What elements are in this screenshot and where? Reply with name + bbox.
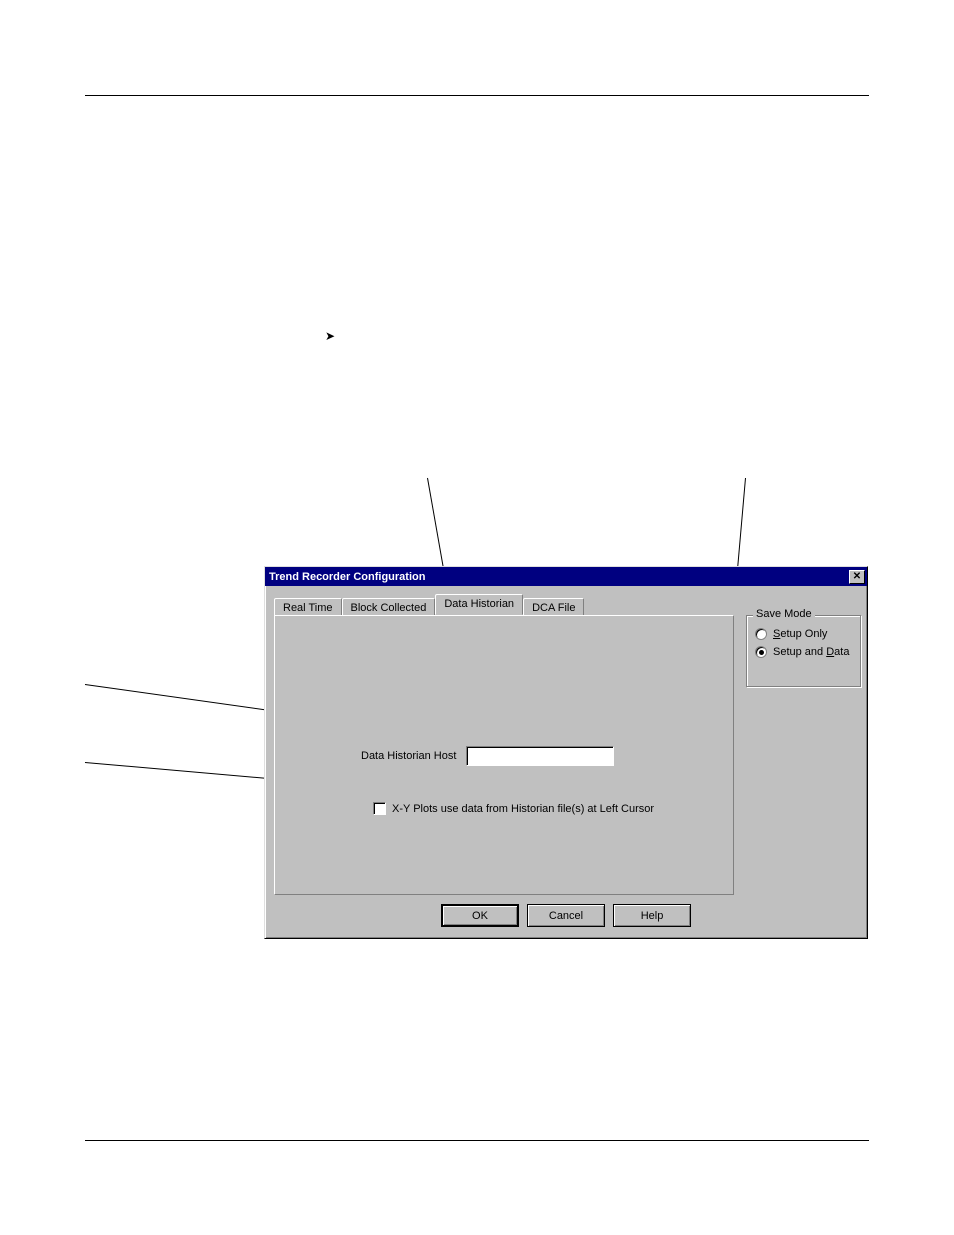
tab-data-historian[interactable]: Data Historian xyxy=(435,594,523,615)
dialog-title: Trend Recorder Configuration xyxy=(269,571,425,583)
xy-plots-checkbox[interactable] xyxy=(373,802,386,815)
data-historian-host-row: Data Historian Host xyxy=(361,746,614,766)
annotation-line xyxy=(427,478,444,569)
ok-button[interactable]: OK xyxy=(441,904,519,927)
save-mode-group: Save Mode Setup Only Setup and Data xyxy=(746,615,861,687)
close-button[interactable]: ✕ xyxy=(849,570,865,584)
arrow-icon: ➤ xyxy=(325,329,335,343)
radio-setup-only[interactable]: Setup Only xyxy=(755,628,852,640)
titlebar: Trend Recorder Configuration ✕ xyxy=(265,567,867,586)
dialog-button-row: OK Cancel Help xyxy=(268,904,864,927)
tab-panel-data-historian: Data Historian Host X-Y Plots use data f… xyxy=(274,615,734,895)
radio-setup-only-label: Setup Only xyxy=(773,628,827,640)
trend-recorder-config-dialog: Trend Recorder Configuration ✕ Real Time… xyxy=(264,566,868,939)
help-button[interactable]: Help xyxy=(613,904,691,927)
data-historian-host-label: Data Historian Host xyxy=(361,750,456,762)
radio-setup-and-data[interactable]: Setup and Data xyxy=(755,646,852,658)
radio-setup-and-data-input[interactable] xyxy=(755,646,767,658)
xy-plots-checkbox-row[interactable]: X-Y Plots use data from Historian file(s… xyxy=(373,802,654,815)
page-rule-top xyxy=(85,95,869,96)
dialog-body: Real Time Block Collected Data Historian… xyxy=(268,589,864,935)
data-historian-host-input[interactable] xyxy=(466,746,614,766)
page-rule-bottom xyxy=(85,1140,869,1141)
radio-setup-only-input[interactable] xyxy=(755,628,767,640)
radio-setup-and-data-label: Setup and Data xyxy=(773,646,849,658)
xy-plots-checkbox-label: X-Y Plots use data from Historian file(s… xyxy=(392,803,654,815)
save-mode-legend: Save Mode xyxy=(753,608,815,620)
tabstrip: Real Time Block Collected Data Historian… xyxy=(274,595,584,615)
close-icon: ✕ xyxy=(853,572,861,582)
cancel-button[interactable]: Cancel xyxy=(527,904,605,927)
